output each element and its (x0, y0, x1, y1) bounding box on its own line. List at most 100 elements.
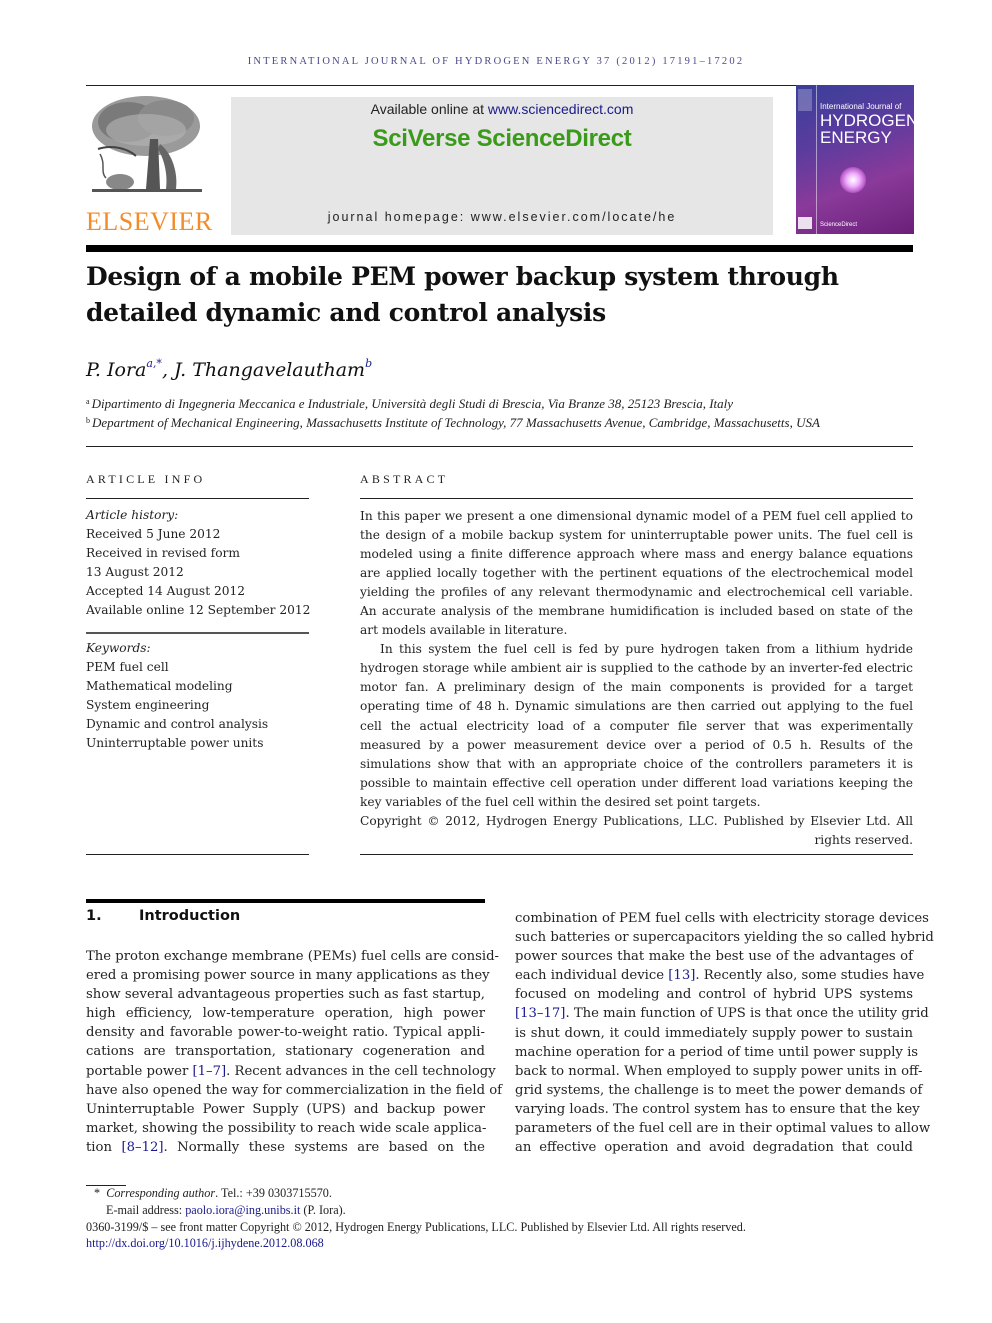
body-text-line: [13–17]. The main function of UPS is tha… (515, 1004, 929, 1023)
email-link[interactable]: paolo.iora@ing.unibs.it (185, 1203, 300, 1217)
body-text-line: each individual device [13]. Recently al… (515, 966, 924, 985)
affiliation-text: Department of Mechanical Engineering, Ma… (92, 415, 820, 430)
history-item: 13 August 2012 (86, 565, 184, 580)
cover-orb-graphic (840, 167, 866, 193)
citation-link[interactable]: [13–17] (515, 1006, 565, 1021)
body-text-line: an effective operation and avoid degrada… (515, 1140, 913, 1156)
keywords-divider (86, 632, 309, 634)
article-info-divider (86, 498, 309, 499)
issn-copyright-line: 0360-3199/$ – see front matter Copyright… (86, 1219, 746, 1234)
abstract-divider (360, 498, 913, 499)
body-text-fragment: each individual device (515, 968, 669, 984)
body-text-line: portable power [1–7]. Recent advances in… (86, 1062, 496, 1081)
citation-link[interactable]: [8–12] (121, 1140, 163, 1155)
sciverse-sciencedirect-logo[interactable]: SciVerse ScienceDirect (231, 125, 773, 153)
body-text-line: tion [8–12]. Normally these systems are … (86, 1138, 485, 1157)
masthead-top-rule (86, 85, 913, 86)
body-text-line: power sources that make the best use of … (515, 949, 913, 965)
author-separator: , (161, 359, 175, 381)
body-text-line: high efficiency, low-temperature operati… (86, 1006, 485, 1022)
cover-sciencedirect-mark: ScienceDirect (820, 222, 858, 228)
keywords-list: Keywords: PEM fuel cell Mathematical mod… (86, 639, 311, 754)
abstract-copyright: Copyright © 2012, Hydrogen Energy Public… (360, 813, 913, 847)
affiliations-divider (86, 446, 913, 447)
corresponding-author-label: Corresponding author (106, 1186, 216, 1200)
affiliation-mark: a (86, 397, 90, 406)
body-text-line: The proton exchange membrane (PEMs) fuel… (86, 949, 500, 964)
keyword-item: Mathematical modeling (86, 679, 233, 694)
elsevier-tree-icon (88, 94, 206, 200)
article-info-heading: ARTICLE INFO (86, 472, 206, 486)
author-affiliation-mark[interactable]: a,* (146, 357, 162, 370)
body-column-right: combination of PEM fuel cells with elect… (515, 909, 934, 1157)
running-header: International Journal of Hydrogen Energy… (247, 56, 745, 67)
keywords-label: Keywords: (86, 641, 151, 655)
keyword-item: System engineering (86, 698, 210, 713)
affiliation-mark: b (86, 416, 90, 425)
body-text-line: back to normal. When employed to supply … (515, 1063, 923, 1079)
body-text-line: combination of PEM fuel cells with elect… (515, 911, 929, 926)
body-text-line: density and favorable power-to-weight ra… (86, 1025, 485, 1041)
section-top-rule (86, 899, 485, 903)
body-text-line: have also opened the way for commerciali… (86, 1082, 503, 1098)
journal-cover-image[interactable]: International Journal of HYDROGEN ENERGY… (796, 85, 914, 234)
abstract-bottom-rule (360, 854, 913, 855)
body-text-line: market, showing the possibility to reach… (86, 1120, 487, 1136)
body-text-fragment: . Recently also, some studies have (695, 968, 925, 984)
article-history: Article history: Received 5 June 2012 Re… (86, 506, 311, 621)
author-list: P. Ioraa,*, J. Thangavelauthamb (86, 357, 372, 381)
author-name[interactable]: J. Thangavelautham (174, 359, 365, 381)
masthead-thick-rule (86, 245, 913, 252)
keyword-item: PEM fuel cell (86, 660, 169, 675)
abstract-paragraph: In this paper we present a one dimension… (360, 509, 913, 638)
body-text-fragment: . Recent advances in the cell technology (226, 1063, 496, 1079)
cover-spine-line (816, 85, 817, 234)
history-item: Accepted 14 August 2012 (86, 584, 245, 599)
article-title: Design of a mobile PEM power backup syst… (86, 259, 913, 331)
elsevier-logo[interactable]: ELSEVIER (86, 92, 212, 237)
article-info-bottom-rule (86, 854, 309, 855)
footnote-mark: * (94, 1186, 101, 1200)
email-suffix: (P. Iora). (300, 1202, 346, 1217)
available-online-text: Available online at www.sciencedirect.co… (231, 101, 773, 117)
body-text-line: parameters of the fuel cell are in their… (515, 1121, 931, 1137)
sciencedirect-banner: Available online at www.sciencedirect.co… (231, 97, 773, 235)
article-title-line1: Design of a mobile PEM power backup syst… (86, 262, 839, 291)
body-text-line: is shut down, it could immediately suppl… (515, 1025, 913, 1041)
email-note: E-mail address: paolo.iora@ing.unibs.it … (86, 1202, 916, 1219)
body-text-fragment: tion (86, 1139, 122, 1155)
citation-link[interactable]: [13] (668, 968, 695, 983)
footnotes: * Corresponding author. Tel.: +39 030371… (86, 1185, 916, 1252)
body-text-line: grid systems, the challenge is to meet t… (515, 1082, 923, 1098)
cover-title-line3: ENERGY (820, 128, 892, 147)
body-column-left: The proton exchange membrane (PEMs) fuel… (86, 947, 503, 1157)
journal-homepage-link[interactable]: journal homepage: www.elsevier.com/locat… (231, 210, 773, 224)
author-affiliation-mark[interactable]: b (365, 357, 372, 370)
body-text-line: ered a promising power source in many ap… (86, 968, 490, 984)
body-text-line: show several advantageous properties suc… (86, 987, 485, 1003)
author-name[interactable]: P. Iora (86, 359, 146, 381)
email-label: E-mail address: (106, 1202, 186, 1217)
body-text-line: such batteries or supercapacitors yieldi… (515, 930, 934, 946)
affiliation-text: Dipartimento di Ingegneria Meccanica e I… (91, 396, 734, 411)
abstract-heading: ABSTRACT (360, 472, 449, 486)
citation-link[interactable]: [1–7] (192, 1064, 226, 1079)
history-item: Received in revised form (86, 546, 240, 561)
cover-ihe-logo (798, 217, 812, 229)
cover-publisher-mark (798, 89, 812, 111)
cover-title-line1: International Journal of (820, 102, 902, 111)
history-item: Received 5 June 2012 (86, 527, 221, 542)
section-title: Introduction (139, 908, 241, 924)
abstract-body: In this paper we present a one dimension… (360, 507, 913, 850)
article-title-line2: detailed dynamic and control analysis (86, 298, 606, 327)
body-text-line: Uninterruptable Power Supply (UPS) and b… (86, 1101, 485, 1117)
body-text-line: machine operation for a period of time u… (515, 1044, 919, 1060)
corresponding-author-note: * Corresponding author. Tel.: +39 030371… (86, 1185, 916, 1202)
body-text-fragment: portable power (86, 1063, 193, 1079)
body-text-fragment: . Normally these systems are based on th… (163, 1139, 485, 1155)
affiliation-b: b Department of Mechanical Engineering, M… (86, 415, 916, 431)
article-history-label: Article history: (86, 508, 179, 522)
sciencedirect-link[interactable]: www.sciencedirect.com (488, 101, 634, 117)
keyword-item: Dynamic and control analysis (86, 717, 269, 732)
doi-link[interactable]: http://dx.doi.org/10.1016/j.ijhydene.201… (86, 1236, 324, 1250)
